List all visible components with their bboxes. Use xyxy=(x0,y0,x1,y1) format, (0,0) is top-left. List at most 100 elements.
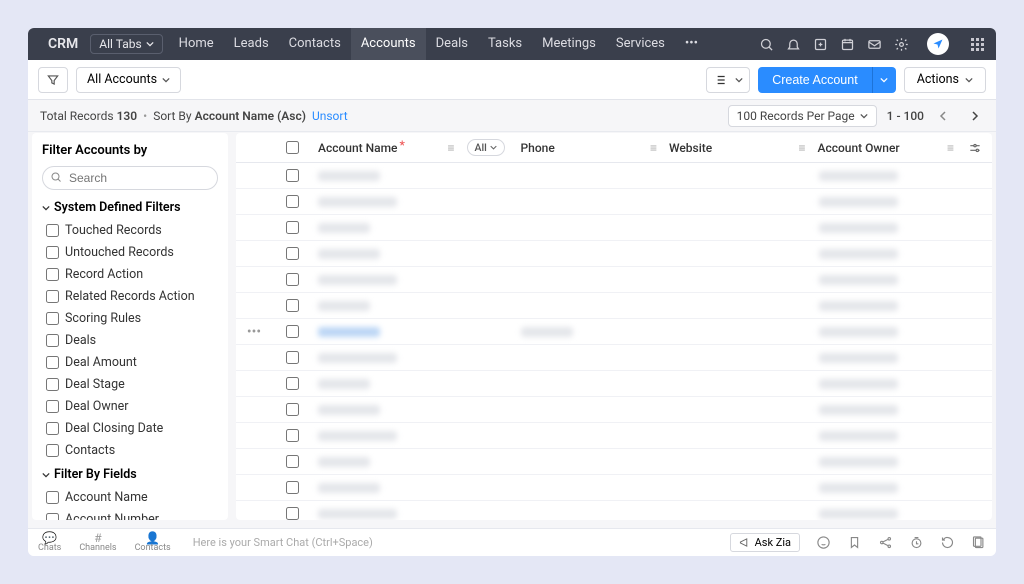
row-checkbox[interactable] xyxy=(286,507,299,520)
table-row[interactable]: ••• xyxy=(236,215,992,241)
filter-checkbox[interactable] xyxy=(46,224,59,237)
row-checkbox[interactable] xyxy=(286,325,299,338)
column-settings-button[interactable] xyxy=(960,141,990,155)
nav-accounts[interactable]: Accounts xyxy=(351,28,426,60)
all-filter-pill[interactable]: All xyxy=(467,139,505,156)
row-checkbox[interactable] xyxy=(286,351,299,364)
row-checkbox[interactable] xyxy=(286,481,299,494)
clock-icon[interactable] xyxy=(909,535,924,550)
layout-switch[interactable] xyxy=(706,67,750,93)
minitab-channels[interactable]: #Channels xyxy=(79,532,116,553)
table-row[interactable]: ••• xyxy=(236,267,992,293)
filter-checkbox[interactable] xyxy=(46,246,59,259)
col-owner[interactable]: Account Owner≡ xyxy=(812,141,961,155)
page-size-dropdown[interactable]: 100 Records Per Page xyxy=(728,105,877,127)
table-row[interactable]: ••• xyxy=(236,397,992,423)
col-website[interactable]: Website≡ xyxy=(663,141,812,155)
filter-checkbox[interactable] xyxy=(46,444,59,457)
calendar-icon[interactable] xyxy=(840,37,855,52)
filter-checkbox[interactable] xyxy=(46,312,59,325)
minitab-chats[interactable]: 💬Chats xyxy=(38,532,61,553)
nav-meetings[interactable]: Meetings xyxy=(532,28,606,60)
filter-deals[interactable]: Deals xyxy=(42,329,218,351)
row-checkbox[interactable] xyxy=(286,273,299,286)
filter-checkbox[interactable] xyxy=(46,400,59,413)
filter-deal-stage[interactable]: Deal Stage xyxy=(42,373,218,395)
table-row[interactable]: ••• xyxy=(236,501,992,520)
nav-more[interactable]: ••• xyxy=(675,28,708,60)
nav-leads[interactable]: Leads xyxy=(224,28,279,60)
filter-checkbox[interactable] xyxy=(46,422,59,435)
table-row[interactable]: ••• xyxy=(236,423,992,449)
smart-chat-hint[interactable]: Here is your Smart Chat (Ctrl+Space) xyxy=(193,536,373,549)
row-checkbox[interactable] xyxy=(286,221,299,234)
filter-group-system[interactable]: System Defined Filters xyxy=(42,200,218,215)
filter-checkbox[interactable] xyxy=(46,513,59,521)
bookmark-icon[interactable] xyxy=(847,535,862,550)
column-menu-icon[interactable]: ≡ xyxy=(947,141,954,155)
row-more-icon[interactable]: ••• xyxy=(247,324,261,340)
select-all[interactable] xyxy=(272,141,312,154)
row-checkbox[interactable] xyxy=(286,403,299,416)
row-checkbox[interactable] xyxy=(286,247,299,260)
minitab-contacts[interactable]: 👤Contacts xyxy=(135,532,171,553)
row-checkbox[interactable] xyxy=(286,195,299,208)
filter-untouched-records[interactable]: Untouched Records xyxy=(42,241,218,263)
filter-contacts[interactable]: Contacts xyxy=(42,439,218,461)
filter-group-fields[interactable]: Filter By Fields xyxy=(42,467,218,482)
filter-search-input[interactable] xyxy=(42,166,218,190)
filter-account-number[interactable]: Account Number xyxy=(42,508,218,520)
filter-checkbox[interactable] xyxy=(46,268,59,281)
filter-checkbox[interactable] xyxy=(46,356,59,369)
table-row[interactable]: ••• xyxy=(236,371,992,397)
clipboard-icon[interactable] xyxy=(971,535,986,550)
row-checkbox[interactable] xyxy=(286,299,299,312)
page-prev-button[interactable] xyxy=(934,106,954,126)
filter-related-records-action[interactable]: Related Records Action xyxy=(42,285,218,307)
table-row[interactable]: ••• xyxy=(236,475,992,501)
create-dropdown[interactable] xyxy=(872,67,896,93)
table-row[interactable]: ••• xyxy=(236,293,992,319)
row-checkbox[interactable] xyxy=(286,429,299,442)
filter-toggle-button[interactable] xyxy=(38,67,68,93)
page-next-button[interactable] xyxy=(964,106,984,126)
filter-account-name[interactable]: Account Name xyxy=(42,486,218,508)
share-icon[interactable] xyxy=(878,535,893,550)
table-row[interactable]: ••• xyxy=(236,163,992,189)
filter-checkbox[interactable] xyxy=(46,491,59,504)
column-menu-icon[interactable]: ≡ xyxy=(798,141,805,155)
filter-checkbox[interactable] xyxy=(46,378,59,391)
table-row[interactable]: ••• xyxy=(236,449,992,475)
add-icon[interactable] xyxy=(813,37,828,52)
smiley-icon[interactable] xyxy=(816,535,831,550)
all-tabs-dropdown[interactable]: All Tabs xyxy=(90,34,162,54)
column-menu-icon[interactable]: ≡ xyxy=(447,141,454,155)
avatar[interactable] xyxy=(927,33,949,55)
filter-checkbox[interactable] xyxy=(46,290,59,303)
gear-icon[interactable] xyxy=(894,37,909,52)
table-row[interactable]: ••• xyxy=(236,241,992,267)
row-checkbox[interactable] xyxy=(286,455,299,468)
row-checkbox[interactable] xyxy=(286,377,299,390)
mail-icon[interactable] xyxy=(867,37,882,52)
app-launcher-icon[interactable] xyxy=(971,38,984,51)
column-menu-icon[interactable]: ≡ xyxy=(650,141,657,155)
table-row[interactable]: ••• xyxy=(236,189,992,215)
brand[interactable]: CRM xyxy=(36,36,84,52)
nav-contacts[interactable]: Contacts xyxy=(279,28,351,60)
filter-deal-owner[interactable]: Deal Owner xyxy=(42,395,218,417)
bell-icon[interactable] xyxy=(786,37,801,52)
create-account-button[interactable]: Create Account xyxy=(758,67,871,93)
nav-services[interactable]: Services xyxy=(606,28,675,60)
table-row[interactable]: ••• xyxy=(236,345,992,371)
col-account-name[interactable]: Account Name* ≡ xyxy=(312,141,461,155)
filter-deal-closing-date[interactable]: Deal Closing Date xyxy=(42,417,218,439)
filter-record-action[interactable]: Record Action xyxy=(42,263,218,285)
filter-checkbox[interactable] xyxy=(46,334,59,347)
unsort-link[interactable]: Unsort xyxy=(312,109,348,123)
col-phone[interactable]: Phone≡ xyxy=(515,141,664,155)
nav-home[interactable]: Home xyxy=(169,28,224,60)
history-icon[interactable] xyxy=(940,535,955,550)
ask-zia-button[interactable]: Ask Zia xyxy=(730,533,800,552)
search-icon[interactable] xyxy=(759,37,774,52)
